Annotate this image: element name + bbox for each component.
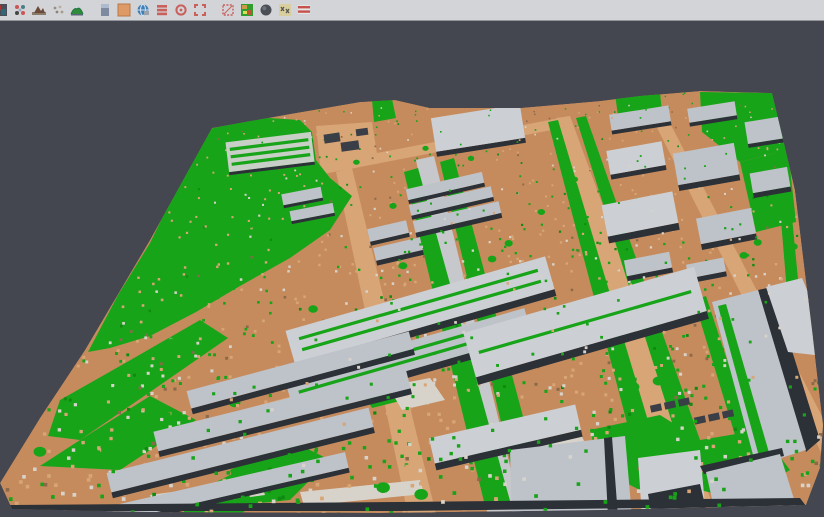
toolbar-button-markers[interactable] <box>275 1 294 20</box>
classification-palette-icon <box>240 3 254 17</box>
toolbar-separator <box>86 10 95 11</box>
dark-sphere-icon <box>259 3 273 17</box>
viewport-3d <box>0 22 824 517</box>
toolbar-button-texture[interactable] <box>114 1 133 20</box>
sparse-cloud-icon <box>51 3 65 17</box>
toolbar-button-layers[interactable] <box>152 1 171 20</box>
toolbar-button-sparse[interactable] <box>48 1 67 20</box>
viewport-3d-scene[interactable] <box>0 22 824 517</box>
globe-icon <box>136 3 150 17</box>
crop-corners-icon <box>193 3 207 17</box>
toolbar-button-cube[interactable] <box>0 1 10 20</box>
mountain-icon <box>32 3 46 17</box>
toolbar-button-flag[interactable] <box>294 1 313 20</box>
flag-stripes-icon <box>297 3 311 17</box>
toolbar-button-globe[interactable] <box>133 1 152 20</box>
toolbar-button-mesh[interactable] <box>67 1 86 20</box>
texture-icon <box>117 3 131 17</box>
scatter-points-icon <box>13 3 27 17</box>
toolbar-button-panel[interactable] <box>95 1 114 20</box>
toolbar-button-gear[interactable] <box>171 1 190 20</box>
terrain-mesh-icon <box>70 3 84 17</box>
gear-circle-icon <box>174 3 188 17</box>
toolbar-button-terrain[interactable] <box>29 1 48 20</box>
toolbar-separator <box>209 10 218 11</box>
toolbar-button-classes[interactable] <box>237 1 256 20</box>
cross-markers-icon <box>278 3 292 17</box>
region-grid-icon <box>221 3 235 17</box>
toolbar-button-crop[interactable] <box>190 1 209 20</box>
toolbar-button-scatter[interactable] <box>10 1 29 20</box>
image-panel-icon <box>98 3 112 17</box>
toolbar-button-sphere[interactable] <box>256 1 275 20</box>
cube-icon <box>0 3 8 17</box>
toolbar-button-region[interactable] <box>218 1 237 20</box>
toolbar <box>0 0 824 21</box>
stacked-layers-icon <box>155 3 169 17</box>
